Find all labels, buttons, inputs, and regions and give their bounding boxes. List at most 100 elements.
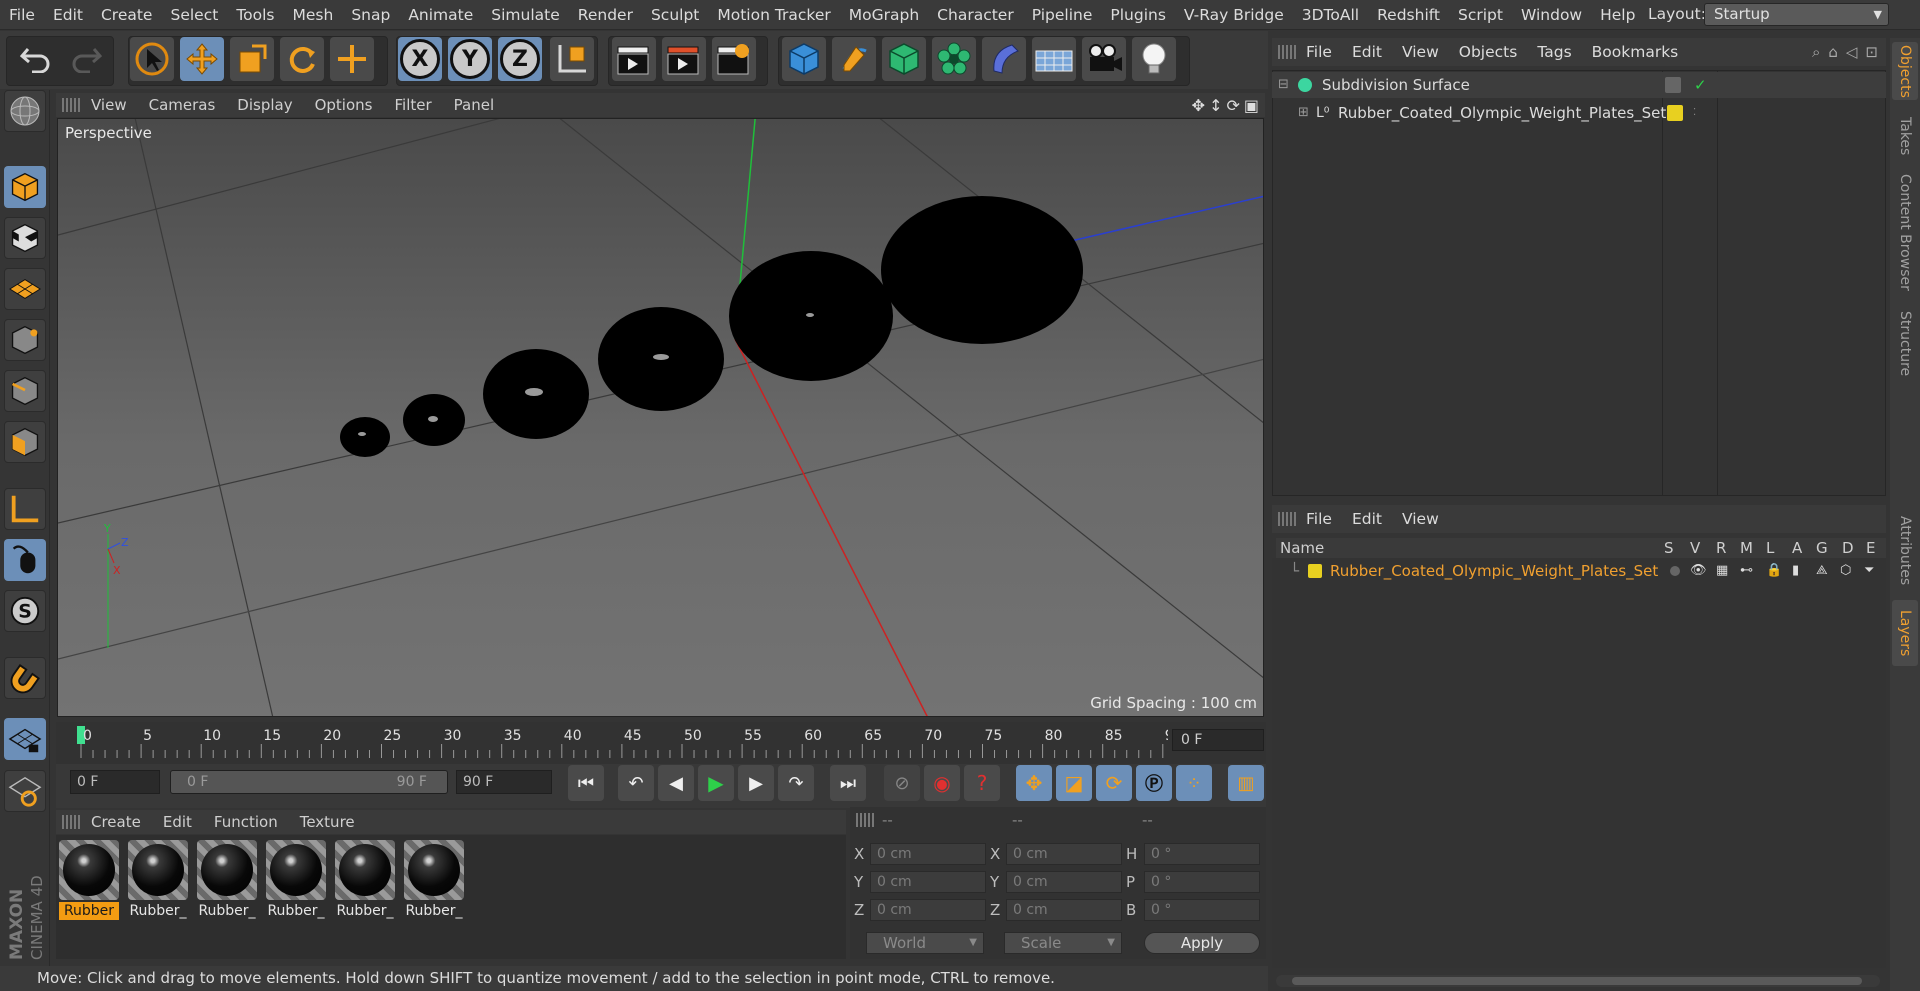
material-swatch[interactable]: Rubber bbox=[59, 840, 119, 922]
menu-mograph[interactable]: MoGraph bbox=[840, 6, 928, 24]
material-swatch[interactable]: Rubber_ bbox=[266, 840, 326, 922]
viewport-menu-panel[interactable]: Panel bbox=[443, 96, 505, 114]
viewport-menu-display[interactable]: Display bbox=[226, 96, 303, 114]
menu-animate[interactable]: Animate bbox=[399, 6, 482, 24]
column-expressions[interactable]: E bbox=[1866, 538, 1875, 558]
solo-mode-button[interactable]: S bbox=[4, 590, 46, 632]
tab-takes[interactable]: Takes bbox=[1892, 108, 1918, 164]
texture-mode-button[interactable] bbox=[4, 217, 46, 259]
material-swatch[interactable]: Rubber_ bbox=[335, 840, 395, 922]
live-selection-button[interactable] bbox=[330, 37, 374, 81]
menu-plugins[interactable]: Plugins bbox=[1101, 6, 1175, 24]
tab-layers[interactable]: Layers bbox=[1892, 600, 1918, 666]
column-solo[interactable]: S bbox=[1664, 538, 1674, 558]
editor-visibility-icon[interactable] bbox=[1665, 77, 1681, 93]
deformer-icon[interactable]: ⬡ bbox=[1840, 559, 1851, 583]
subdivision-surface-button[interactable] bbox=[882, 37, 926, 81]
workplane-lock-button[interactable] bbox=[4, 718, 46, 760]
weight-plates[interactable] bbox=[340, 196, 1083, 457]
select-tool-button[interactable] bbox=[130, 37, 174, 81]
column-generators[interactable]: G bbox=[1816, 538, 1828, 558]
rot-h-field[interactable]: 0 ° bbox=[1144, 843, 1260, 865]
record-keys-button[interactable]: ⊘ bbox=[884, 765, 920, 801]
lm-menu-file[interactable]: File bbox=[1296, 510, 1342, 528]
viewport-zoom-icon[interactable]: ↕ bbox=[1209, 96, 1222, 115]
go-to-start-button[interactable]: ⏮ bbox=[568, 765, 604, 801]
key-position-toggle[interactable]: ✥ bbox=[1016, 765, 1052, 801]
layer-row[interactable]: └ Rubber_Coated_Olympic_Weight_Plates_Se… bbox=[1272, 559, 1886, 583]
menu-snap[interactable]: Snap bbox=[342, 6, 399, 24]
menu-motion-tracker[interactable]: Motion Tracker bbox=[708, 6, 839, 24]
pos-z-field[interactable]: 0 cm bbox=[870, 899, 986, 921]
om-menu-file[interactable]: File bbox=[1296, 43, 1342, 61]
lock-icon[interactable]: 🔒 bbox=[1766, 559, 1782, 583]
om-menu-objects[interactable]: Objects bbox=[1449, 43, 1528, 61]
rot-b-field[interactable]: 0 ° bbox=[1144, 899, 1260, 921]
menu-select[interactable]: Select bbox=[161, 6, 227, 24]
previous-key-button[interactable]: ↶ bbox=[618, 765, 654, 801]
viewport-menu-filter[interactable]: Filter bbox=[383, 96, 442, 114]
menu-3dtoall[interactable]: 3DToAll bbox=[1293, 6, 1368, 24]
render-settings-button[interactable] bbox=[712, 37, 756, 81]
weight-plate-6[interactable] bbox=[881, 196, 1083, 344]
autokeying-button[interactable]: ◉ bbox=[924, 765, 960, 801]
menu-simulate[interactable]: Simulate bbox=[482, 6, 569, 24]
hierarchy-icon[interactable]: ⊷ bbox=[1740, 559, 1753, 583]
tab-attributes[interactable]: Attributes bbox=[1892, 508, 1918, 594]
column-deformers[interactable]: D bbox=[1842, 538, 1854, 558]
material-menu-texture[interactable]: Texture bbox=[289, 813, 366, 831]
menu-create[interactable]: Create bbox=[92, 6, 162, 24]
render-picture-viewer-button[interactable] bbox=[662, 37, 706, 81]
snap-toggle-button[interactable] bbox=[4, 657, 46, 699]
pen-tool-button[interactable] bbox=[832, 37, 876, 81]
collapse-icon[interactable]: ⊟ bbox=[1278, 72, 1289, 98]
deformer-button[interactable] bbox=[982, 37, 1026, 81]
layout-dropdown[interactable]: Startup ▼ bbox=[1704, 3, 1889, 26]
size-y-field[interactable]: 0 cm bbox=[1006, 871, 1122, 893]
layer-horizontal-scrollbar[interactable] bbox=[1276, 975, 1880, 987]
coordinate-space-dropdown[interactable]: World ▼ bbox=[866, 932, 984, 954]
edges-mode-button[interactable] bbox=[4, 370, 46, 412]
checkmark-icon[interactable]: ✓ bbox=[1694, 72, 1707, 98]
timeline-ruler[interactable]: 0 5 10 15 20 25 30 35 40 45 50 55 60 65 70 75 80 85 90 bbox=[56, 722, 1266, 764]
key-pla-toggle[interactable]: ⁘ bbox=[1176, 765, 1212, 801]
layer-color-swatch[interactable] bbox=[1667, 105, 1683, 121]
back-icon[interactable]: ◁ bbox=[1846, 43, 1858, 61]
rot-p-field[interactable]: 0 ° bbox=[1144, 871, 1260, 893]
scrollbar-thumb[interactable] bbox=[1292, 977, 1862, 985]
cloner-button[interactable] bbox=[932, 37, 976, 81]
pos-y-field[interactable]: 0 cm bbox=[870, 871, 986, 893]
menu-tools[interactable]: Tools bbox=[227, 6, 283, 24]
render-view-button[interactable] bbox=[612, 37, 656, 81]
undo-button[interactable] bbox=[14, 37, 58, 81]
home-icon[interactable]: ⌂ bbox=[1828, 43, 1838, 61]
next-frame-button[interactable]: ▶ bbox=[738, 765, 774, 801]
generator-icon[interactable]: ⟁ bbox=[1816, 559, 1828, 583]
material-swatch[interactable]: Rubber_ bbox=[128, 840, 188, 922]
viewport-menu-options[interactable]: Options bbox=[304, 96, 384, 114]
column-view[interactable]: V bbox=[1690, 538, 1700, 558]
menu-mesh[interactable]: Mesh bbox=[284, 6, 343, 24]
search-icon[interactable]: ⌕ bbox=[1812, 43, 1820, 61]
menu-render[interactable]: Render bbox=[569, 6, 642, 24]
workplane-align-button[interactable] bbox=[4, 770, 46, 812]
points-mode-button[interactable] bbox=[4, 319, 46, 361]
camera-button[interactable] bbox=[1082, 37, 1126, 81]
menu-script[interactable]: Script bbox=[1449, 6, 1512, 24]
end-frame-field[interactable]: 90 F bbox=[456, 770, 552, 794]
play-button[interactable]: ▶ bbox=[698, 765, 734, 801]
coordinate-mode-dropdown[interactable]: Scale ▼ bbox=[1004, 932, 1122, 954]
viewport-menu-view[interactable]: View bbox=[80, 96, 138, 114]
cube-object-button[interactable] bbox=[782, 37, 826, 81]
keyframe-selection-button[interactable]: ? bbox=[964, 765, 1000, 801]
om-menu-bookmarks[interactable]: Bookmarks bbox=[1582, 43, 1689, 61]
menu-file[interactable]: File bbox=[0, 6, 44, 24]
column-manager[interactable]: M bbox=[1740, 538, 1753, 558]
rotate-tool-button[interactable] bbox=[280, 37, 324, 81]
axis-mode-button[interactable] bbox=[4, 488, 46, 530]
make-editable-button[interactable] bbox=[4, 90, 46, 132]
expand-icon[interactable]: ⊞ bbox=[1298, 100, 1309, 126]
om-menu-view[interactable]: View bbox=[1392, 43, 1449, 61]
previous-frame-button[interactable]: ◀ bbox=[658, 765, 694, 801]
column-name[interactable]: Name bbox=[1280, 538, 1324, 558]
